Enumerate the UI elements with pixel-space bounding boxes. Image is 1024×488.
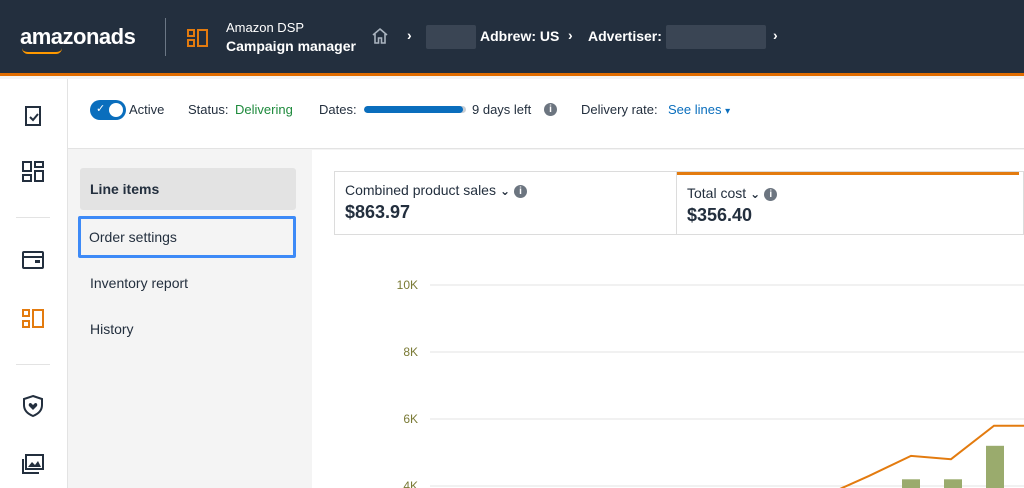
- metric-label: Total cost ⌄ i: [687, 185, 1009, 201]
- breadcrumb-account[interactable]: Adbrew: US: [480, 28, 559, 44]
- dates-progress-bar: [364, 106, 466, 113]
- info-icon[interactable]: i: [764, 187, 778, 201]
- chart-bar[interactable]: [944, 479, 962, 488]
- media-gallery-icon[interactable]: [20, 451, 46, 477]
- metric-card-combined-sales[interactable]: Combined product sales ⌄ i $863.97: [335, 172, 677, 234]
- check-icon: ✓: [96, 103, 106, 115]
- active-label: Active: [129, 102, 165, 117]
- campaign-manager-icon[interactable]: [20, 306, 46, 332]
- shield-heart-icon[interactable]: [20, 393, 46, 419]
- toggle-knob: [109, 103, 123, 117]
- chevron-down-icon[interactable]: ⌄: [750, 187, 760, 201]
- chevron-right-icon: ›: [568, 27, 573, 43]
- chevron-down-icon[interactable]: ⌄: [500, 184, 510, 198]
- delivery-rate-label: Delivery rate:: [581, 102, 658, 117]
- chevron-right-icon: ›: [773, 27, 778, 43]
- dates-label: Dates:: [319, 102, 357, 117]
- top-header: amazonads Amazon DSP Campaign manager › …: [0, 0, 1024, 76]
- y-tick-label: 8K: [403, 345, 418, 359]
- active-toggle[interactable]: ✓: [90, 100, 126, 120]
- checklist-icon[interactable]: [20, 103, 46, 129]
- rail-divider: [16, 364, 50, 365]
- subnav-item-line-items[interactable]: Line items: [80, 168, 296, 210]
- chart-bar[interactable]: [902, 479, 920, 488]
- redacted-breadcrumb: [426, 25, 476, 49]
- status-value: Delivering: [235, 102, 293, 117]
- wallet-icon[interactable]: [20, 247, 46, 273]
- days-left: 9 days left: [472, 102, 532, 117]
- metric-card-total-cost[interactable]: Total cost ⌄ i $356.40: [677, 172, 1019, 234]
- info-icon[interactable]: i: [514, 184, 528, 198]
- y-tick-label: 4K: [403, 479, 418, 488]
- info-icon[interactable]: i: [544, 101, 557, 117]
- metric-label: Combined product sales ⌄ i: [345, 182, 666, 198]
- status-label: Status:: [188, 102, 229, 117]
- home-icon[interactable]: [370, 26, 390, 46]
- dates-progress-fill: [364, 106, 463, 113]
- subnav-item-order-settings[interactable]: Order settings: [78, 216, 296, 258]
- app-title: Amazon DSP: [226, 20, 305, 35]
- order-subnav: Line items Order settings Inventory repo…: [68, 150, 312, 488]
- breadcrumb-advertiser[interactable]: Advertiser:: [588, 28, 662, 44]
- dashboard-icon[interactable]: [20, 159, 46, 185]
- metric-value: $863.97: [345, 202, 411, 222]
- rail-divider: [16, 217, 50, 218]
- chart-bar[interactable]: [986, 445, 1004, 488]
- y-tick-label: 6K: [403, 412, 418, 426]
- chevron-down-icon: ▾: [725, 106, 731, 117]
- redacted-advertiser: [666, 25, 766, 49]
- campaign-manager-icon: [187, 29, 208, 47]
- order-status-bar: ✓ Active Status: Delivering Dates: 9 day…: [68, 79, 1024, 149]
- app-subtitle[interactable]: Campaign manager: [226, 38, 356, 54]
- metric-value: $356.40: [687, 205, 753, 225]
- logo-smile-icon: [22, 48, 62, 54]
- amazon-ads-logo[interactable]: amazonads: [20, 24, 136, 50]
- metric-cards: Combined product sales ⌄ i $863.97 Total c…: [334, 171, 1024, 235]
- see-lines-link[interactable]: See lines ▾: [668, 102, 730, 117]
- subnav-item-history[interactable]: History: [80, 308, 296, 350]
- chevron-right-icon: ›: [407, 27, 412, 43]
- left-rail: [0, 79, 68, 488]
- performance-chart: 10K 8K 6K 4K: [334, 236, 1024, 488]
- y-tick-label: 10K: [397, 278, 418, 292]
- subnav-item-inventory-report[interactable]: Inventory report: [80, 262, 296, 304]
- header-divider: [165, 18, 166, 56]
- chart-svg: 10K 8K 6K 4K: [397, 278, 1024, 488]
